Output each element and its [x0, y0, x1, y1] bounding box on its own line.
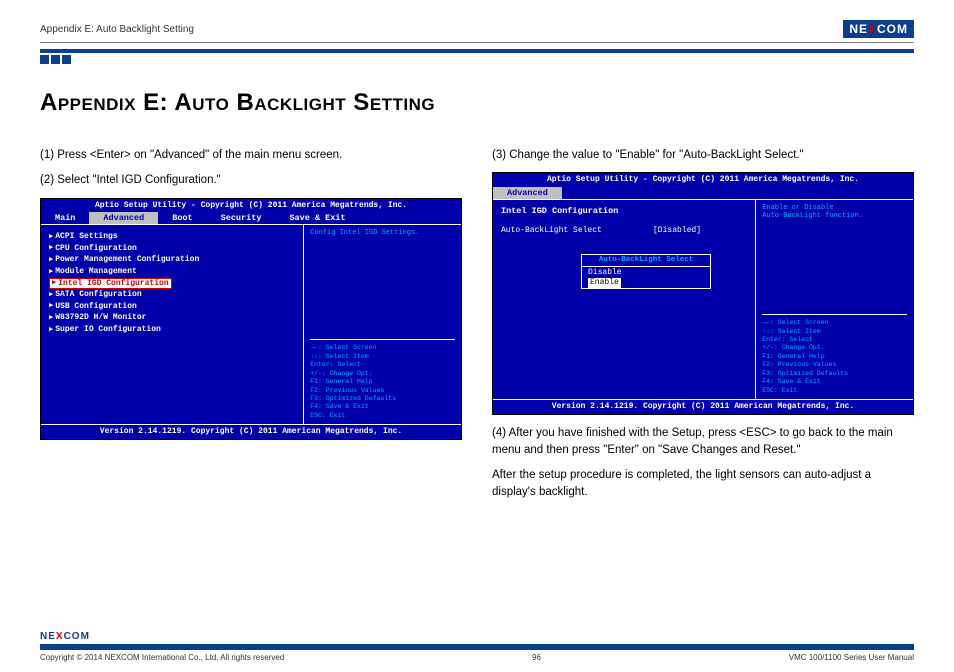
step-1: (1) Press <Enter> on "Advanced" of the m…	[40, 147, 462, 164]
popup-option: Disable	[582, 267, 710, 279]
bios-tab: Advanced	[89, 212, 158, 224]
bios-help-top: Config Intel IGD Settings.	[310, 229, 455, 289]
bios-help-top: Enable or DisableAuto-BackLight function…	[762, 204, 907, 264]
page-number: 96	[532, 653, 541, 662]
bios-help-keys: →←: Select Screen↑↓: Select ItemEnter: S…	[762, 314, 907, 395]
bios-tabs: Advanced	[493, 187, 913, 199]
step-4: (4) After you have finished with the Set…	[492, 425, 914, 460]
bios-tabs: MainAdvancedBootSecuritySave & Exit	[41, 212, 461, 224]
bios-menu-item: ▶ Super IO Configuration	[49, 324, 295, 336]
bios-setting-row: Auto-BackLight Select [Disabled]	[501, 226, 701, 236]
setting-value: [Disabled]	[653, 226, 701, 236]
bios-popup: Auto-BackLight Select DisableEnable	[581, 254, 711, 289]
copyright: Copyright © 2014 NEXCOM International Co…	[40, 653, 284, 662]
popup-title: Auto-BackLight Select	[582, 255, 710, 267]
step-3: (3) Change the value to "Enable" for "Au…	[492, 147, 914, 164]
bios-tab-advanced: Advanced	[493, 187, 562, 199]
bios-menu-list: ▶ ACPI Settings▶ CPU Configuration▶ Powe…	[41, 225, 304, 424]
bios-tab: Save & Exit	[275, 212, 359, 224]
bios-screenshot-1: Aptio Setup Utility - Copyright (C) 2011…	[40, 198, 462, 440]
bios-footer: Version 2.14.1219. Copyright (C) 2011 Am…	[493, 399, 913, 414]
bios-menu-item: ▶ Intel IGD Configuration	[49, 278, 172, 290]
header-title: Appendix E: Auto Backlight Setting	[40, 24, 194, 35]
bios-tab: Security	[207, 212, 276, 224]
bios-section-title: Intel IGD Configuration	[501, 206, 747, 216]
bios-tab: Main	[41, 212, 89, 224]
bios-help-keys: →←: Select Screen↑↓: Select ItemEnter: S…	[310, 339, 455, 420]
note-text: After the setup procedure is completed, …	[492, 467, 914, 502]
bios-menu-item: ▶ USB Configuration	[49, 301, 295, 313]
manual-title: VMC 100/1100 Series User Manual	[789, 653, 914, 662]
bios-title: Aptio Setup Utility - Copyright (C) 2011…	[41, 199, 461, 213]
bios-tab: Boot	[158, 212, 206, 224]
footer-bar	[40, 644, 914, 650]
step-2: (2) Select "Intel IGD Configuration."	[40, 172, 462, 189]
page-title: Appendix E: Auto Backlight Setting	[40, 89, 914, 117]
bios-menu-item: ▶ W83792D H/W Monitor	[49, 312, 295, 324]
popup-option-selected: Enable	[588, 278, 621, 288]
squares-decor	[40, 55, 914, 64]
bios-menu-item: ▶ Power Management Configuration	[49, 254, 295, 266]
bios-footer: Version 2.14.1219. Copyright (C) 2011 Am…	[41, 424, 461, 439]
bios-menu-item: ▶ Module Management	[49, 266, 295, 278]
bios-menu-item: ▶ ACPI Settings	[49, 231, 295, 243]
divider	[40, 49, 914, 53]
bios-screenshot-2: Aptio Setup Utility - Copyright (C) 2011…	[492, 172, 914, 414]
nexcom-logo: NEXCOM	[843, 20, 914, 38]
bios-menu-item: ▶ CPU Configuration	[49, 243, 295, 255]
bios-menu-item: ▶ SATA Configuration	[49, 289, 295, 301]
bios-title: Aptio Setup Utility - Copyright (C) 2011…	[493, 173, 913, 187]
setting-label: Auto-BackLight Select	[501, 226, 602, 236]
footer-logo: NEXCOM	[40, 631, 90, 642]
